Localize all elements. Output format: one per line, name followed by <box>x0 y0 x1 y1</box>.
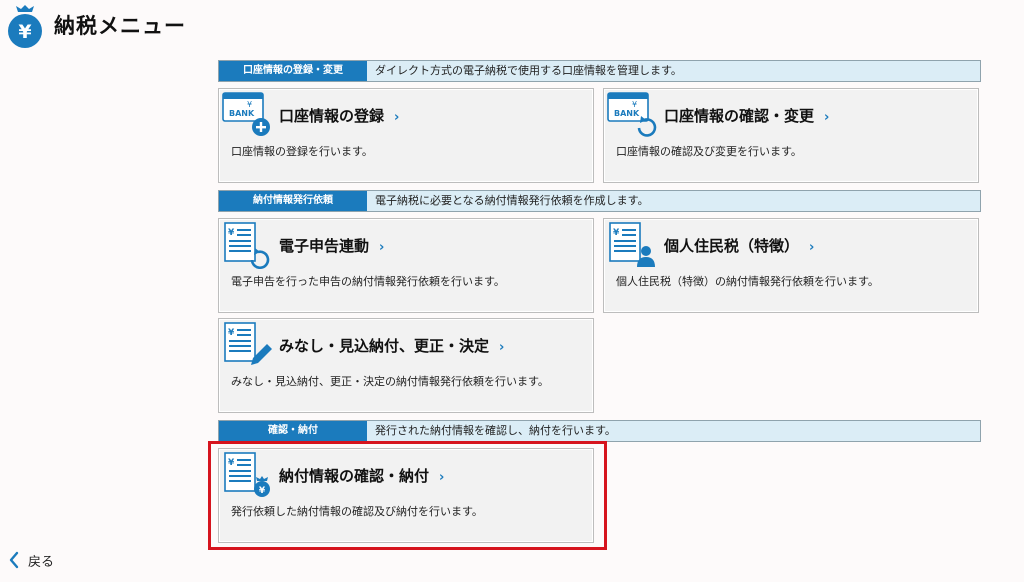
card-account-register[interactable]: BANK ¥ 口座情報の登録 › 口座情報の登録を行います。 <box>218 88 594 183</box>
section-account-info: 口座情報の登録・変更 ダイレクト方式の電子納税で使用する口座情報を管理します。 <box>218 60 981 82</box>
card-account-confirm-change[interactable]: BANK ¥ 口座情報の確認・変更 › 口座情報の確認及び変更を行います。 <box>603 88 979 183</box>
chevron-left-icon <box>9 551 19 569</box>
card-description: 口座情報の登録を行います。 <box>231 145 373 158</box>
section-label: 確認・納付 <box>219 421 367 441</box>
back-button[interactable]: 戻る <box>8 549 54 571</box>
yen-bag-icon: ¥ <box>8 5 42 48</box>
back-label: 戻る <box>28 554 55 570</box>
page-title: 納税メニュー <box>54 14 186 38</box>
svg-text:¥: ¥ <box>228 228 235 238</box>
card-title: 電子申告連動 › <box>279 237 385 255</box>
svg-text:BANK: BANK <box>229 109 255 118</box>
card-title: 口座情報の確認・変更 › <box>664 107 830 125</box>
section-label: 口座情報の登録・変更 <box>219 61 367 81</box>
section-description: 電子納税に必要となる納付情報発行依頼を作成します。 <box>375 194 649 207</box>
page-header: ¥ 納税メニュー <box>0 0 1024 50</box>
card-description: 個人住民税（特徴）の納付情報発行依頼を行います。 <box>616 275 879 288</box>
card-e-filing-link[interactable]: ¥ 電子申告連動 › 電子申告を行った申告の納付情報発行依頼を行います。 <box>218 218 594 313</box>
svg-text:¥: ¥ <box>18 21 31 43</box>
bank-card-add-icon: BANK ¥ <box>222 92 270 136</box>
card-description: 電子申告を行った申告の納付情報発行依頼を行います。 <box>231 275 505 288</box>
section-label: 納付情報発行依頼 <box>219 191 367 211</box>
svg-text:¥: ¥ <box>613 228 620 238</box>
section-description: ダイレクト方式の電子納税で使用する口座情報を管理します。 <box>375 64 682 77</box>
document-sync-icon: ¥ <box>224 222 270 269</box>
section-payment-info-request: 納付情報発行依頼 電子納税に必要となる納付情報発行依頼を作成します。 <box>218 190 981 212</box>
bank-card-refresh-icon: BANK ¥ <box>607 92 657 137</box>
chevron-right-icon: › <box>499 340 505 355</box>
svg-text:¥: ¥ <box>632 100 637 109</box>
card-title: 個人住民税（特徴） › <box>664 237 815 255</box>
card-title: 口座情報の登録 › <box>279 107 400 125</box>
card-resident-tax-special[interactable]: ¥ 個人住民税（特徴） › 個人住民税（特徴）の納付情報発行依頼を行います。 <box>603 218 979 313</box>
document-pen-icon: ¥ <box>224 322 272 365</box>
chevron-right-icon: › <box>379 240 385 255</box>
svg-text:¥: ¥ <box>247 100 252 109</box>
svg-text:¥: ¥ <box>228 328 235 338</box>
document-person-icon: ¥ <box>609 222 655 267</box>
card-title: みなし・見込納付、更正・決定 › <box>279 337 505 355</box>
svg-text:BANK: BANK <box>614 109 640 118</box>
section-description: 発行された納付情報を確認し、納付を行います。 <box>375 424 616 437</box>
chevron-right-icon: › <box>809 240 815 255</box>
card-deemed-estimated-payment[interactable]: ¥ みなし・見込納付、更正・決定 › みなし・見込納付、更正・決定の納付情報発行依… <box>218 318 594 413</box>
chevron-right-icon: › <box>394 110 400 125</box>
highlight-frame <box>208 441 607 550</box>
section-confirm-pay: 確認・納付 発行された納付情報を確認し、納付を行います。 <box>218 420 981 442</box>
chevron-right-icon: › <box>824 110 830 125</box>
card-description: 口座情報の確認及び変更を行います。 <box>616 145 802 158</box>
card-description: みなし・見込納付、更正・決定の納付情報発行依頼を行います。 <box>231 375 549 388</box>
